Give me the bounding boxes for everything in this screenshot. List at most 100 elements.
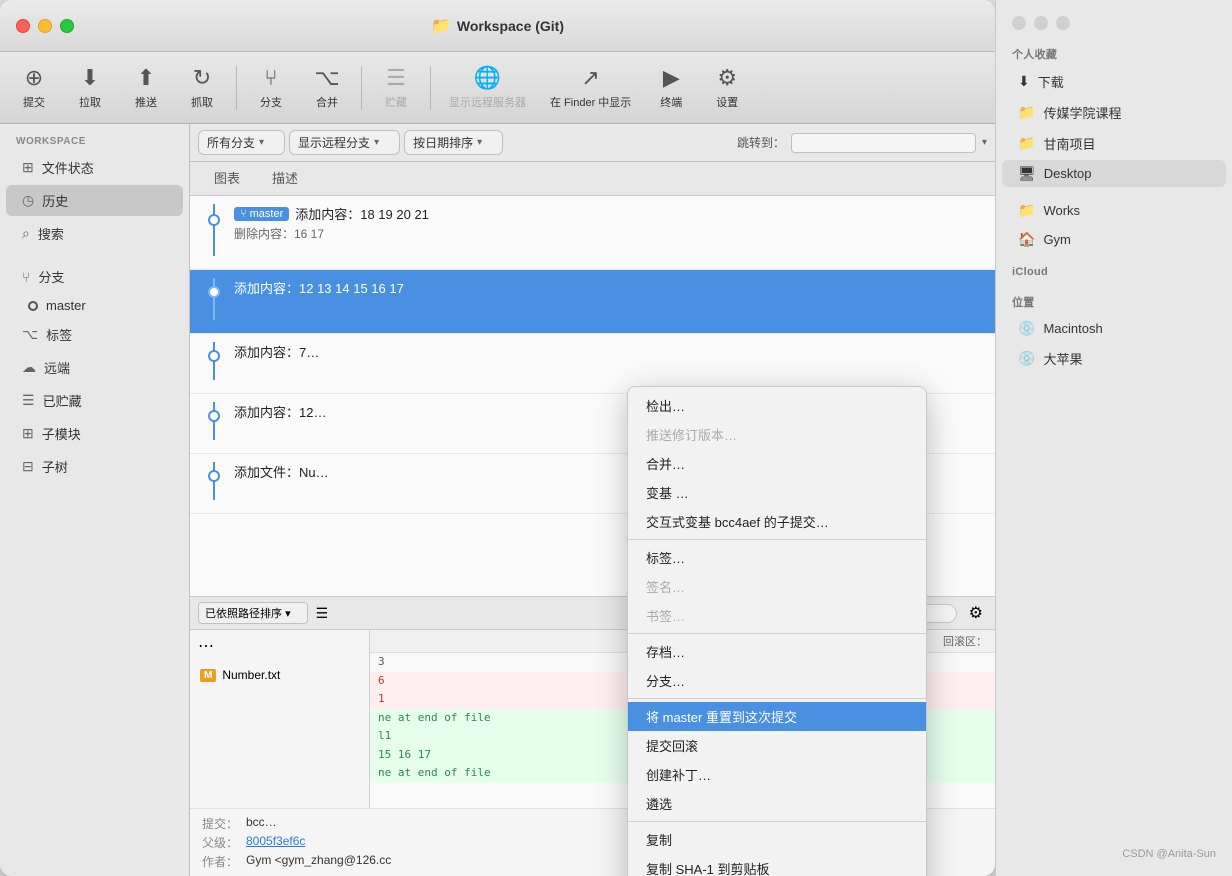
context-menu: 检出… 推送修订版本… 合并… 变基 … 交互式变基 bcc4aef 的子提交……	[627, 386, 927, 876]
finder-favorites-label: 个人收藏	[996, 42, 1232, 66]
toolbar-branch[interactable]: ⑂ 分支	[245, 59, 297, 116]
watermark: CSDN @Anita-Sun	[996, 840, 1232, 868]
graph-col-1	[202, 204, 226, 261]
branch-badge: ⑂ master	[234, 207, 289, 221]
sidebar-section-submodule[interactable]: ⊞ 子模块	[6, 418, 183, 449]
commit-icon: ⊕	[25, 65, 43, 91]
menu-item-interactive-rebase[interactable]: 交互式变基 bcc4aef 的子提交…	[628, 507, 926, 536]
finder-item-apple[interactable]: 💿 大苹果	[1002, 344, 1226, 373]
menu-item-archive[interactable]: 存档…	[628, 637, 926, 666]
menu-item-rebase[interactable]: 变基 …	[628, 478, 926, 507]
author-label: 作者：	[202, 853, 240, 870]
apple-icon: 💿	[1018, 350, 1035, 367]
finder-item-desktop[interactable]: 🖥 Desktop	[1002, 160, 1226, 187]
graph-svg-2	[202, 278, 226, 320]
remote-filter-select[interactable]: 显示远程分支 ▾	[289, 130, 400, 155]
menu-item-copy-sha[interactable]: 复制 SHA-1 到剪贴板	[628, 854, 926, 876]
finder-icon: ↗	[581, 65, 599, 91]
menu-item-revert[interactable]: 提交回滚	[628, 731, 926, 760]
folder-icon: 📁	[431, 16, 451, 36]
sidebar-section-remote[interactable]: ☁ 远端	[6, 352, 183, 383]
downloads-icon: ⬇	[1018, 73, 1030, 90]
menu-item-tag[interactable]: 标签…	[628, 543, 926, 572]
menu-item-bookmark[interactable]: 书签…	[628, 601, 926, 630]
gear-icon[interactable]: ⚙	[965, 601, 987, 625]
minimize-button[interactable]	[38, 19, 52, 33]
list-view-icon[interactable]: ☰	[316, 605, 329, 622]
remote-icon: 🌐	[474, 65, 501, 91]
history-row[interactable]: ⑂ master 添加内容：18 19 20 21 删除内容：16 17	[190, 196, 995, 270]
toolbar-finder[interactable]: ↗ 在 Finder 中显示	[540, 59, 641, 116]
right-panel: 所有分支 ▾ 显示远程分支 ▾ 按日期排序 ▾ 跳转到： ▾	[190, 124, 995, 876]
sidebar-section-tags[interactable]: ⌥ 标签	[6, 319, 183, 350]
toolbar-commit[interactable]: ⊕ 提交	[8, 59, 60, 116]
history-row-selected[interactable]: 添加内容：12 13 14 15 16 17	[190, 270, 995, 334]
branch-filter-select[interactable]: 所有分支 ▾	[198, 130, 285, 155]
menu-item-create-patch[interactable]: 创建补丁…	[628, 760, 926, 789]
menu-item-push-tag[interactable]: 推送修订版本…	[628, 420, 926, 449]
graph-col-3	[202, 342, 226, 385]
maximize-button[interactable]	[60, 19, 74, 33]
branch-icon: ⑂	[264, 65, 277, 91]
commit-label: 提交：	[202, 815, 240, 832]
parent-link[interactable]: 8005f3ef6c	[246, 834, 305, 851]
finder-item-media-courses[interactable]: 📁 传媒学院课程	[1002, 98, 1226, 127]
finder-item-downloads[interactable]: ⬇ 下载	[1002, 67, 1226, 96]
menu-item-copy[interactable]: 复制	[628, 825, 926, 854]
history-title-1: ⑂ master 添加内容：18 19 20 21	[234, 204, 983, 223]
settings-icon: ⚙	[717, 65, 737, 91]
graph-svg-5	[202, 462, 226, 500]
branch-filter-chevron: ▾	[259, 137, 264, 148]
sidebar-section-subtree[interactable]: ⊟ 子树	[6, 451, 183, 482]
menu-item-checkout[interactable]: 检出…	[628, 391, 926, 420]
menu-item-merge[interactable]: 合并…	[628, 449, 926, 478]
graph-svg-1	[202, 204, 226, 256]
finder-item-gym[interactable]: 🏠 Gym	[1002, 226, 1226, 253]
toolbar-stash[interactable]: ☰ 贮藏	[370, 59, 422, 116]
tab-description[interactable]: 描述	[256, 162, 314, 195]
menu-item-reset-master[interactable]: 将 master 重置到这次提交	[628, 702, 926, 731]
sidebar-section-stash[interactable]: ☰ 已贮藏	[6, 385, 183, 416]
menu-item-sign[interactable]: 签名…	[628, 572, 926, 601]
menu-item-branch-from[interactable]: 分支…	[628, 666, 926, 695]
finder-sidebar: 个人收藏 ⬇ 下载 📁 传媒学院课程 📁 甘南项目 🖥 Desktop 📁 Wo…	[995, 0, 1232, 876]
toolbar-merge[interactable]: ⌥ 合并	[301, 59, 353, 116]
sidebar-item-file-status[interactable]: ⊞ 文件状态	[6, 152, 183, 183]
toolbar-remote[interactable]: 🌐 显示远程服务器	[439, 59, 536, 116]
finder-item-works[interactable]: 📁 Works	[1002, 197, 1226, 224]
toolbar-separator-2	[361, 66, 362, 110]
toolbar-pull[interactable]: ⬇ 拉取	[64, 59, 116, 116]
sidebar-item-search[interactable]: ⌕ 搜索	[6, 218, 183, 249]
fetch-icon: ↻	[193, 65, 211, 91]
toolbar-settings[interactable]: ⚙ 设置	[701, 59, 753, 116]
window-title: 📁 Workspace (Git)	[431, 16, 564, 36]
sidebar-item-history[interactable]: ◷ 历史	[6, 185, 183, 216]
sort-select[interactable]: 已依照路径排序 ▾	[198, 602, 308, 624]
toolbar-separator-1	[236, 66, 237, 110]
file-list: ⋯ M Number.txt	[190, 630, 370, 808]
tab-graph[interactable]: 图表	[198, 162, 256, 195]
finder-tl-3	[1056, 16, 1070, 30]
branch-dot	[28, 301, 38, 311]
toolbar-terminal[interactable]: ▶ 终端	[645, 59, 697, 116]
sort-filter-select[interactable]: 按日期排序 ▾	[404, 130, 503, 155]
close-button[interactable]	[16, 19, 30, 33]
finder-item-macintosh[interactable]: 💿 Macintosh	[1002, 315, 1226, 342]
sidebar-branch-master[interactable]: master	[0, 293, 189, 318]
toolbar-fetch[interactable]: ↻ 抓取	[176, 59, 228, 116]
more-icon[interactable]: ⋯	[198, 636, 214, 656]
toolbar-push[interactable]: ⬆ 推送	[120, 59, 172, 116]
cloud-icon: ☁	[22, 359, 36, 376]
sidebar: WORKSPACE ⊞ 文件状态 ◷ 历史 ⌕ 搜索 ⑂ 分支 master	[0, 124, 190, 876]
tags-icon: ⌥	[22, 326, 38, 343]
menu-item-cherry-pick[interactable]: 遴选	[628, 789, 926, 818]
jump-to-input[interactable]	[791, 133, 976, 153]
history-content-3: 添加内容：7…	[226, 342, 983, 361]
sidebar-section-branch[interactable]: ⑂ 分支	[6, 261, 183, 292]
history-row-3[interactable]: 添加内容：7…	[190, 334, 995, 394]
finder-item-gansu[interactable]: 📁 甘南项目	[1002, 129, 1226, 158]
search-icon: ⌕	[22, 225, 30, 242]
file-item[interactable]: M Number.txt	[190, 662, 369, 688]
pull-icon: ⬇	[81, 65, 99, 91]
graph-col-4	[202, 402, 226, 445]
